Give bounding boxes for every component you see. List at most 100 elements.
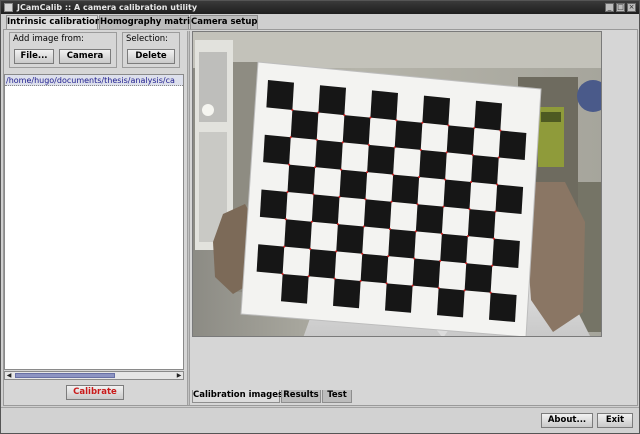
checker-square [388,228,416,259]
close-icon[interactable]: × [627,3,636,12]
camera-button[interactable]: Camera [59,49,111,64]
detected-corner-marker [491,264,494,267]
detected-corner-marker [340,168,343,171]
detected-corner-marker [466,235,469,238]
checker-square [342,115,371,145]
detected-corner-marker [393,146,396,149]
detected-corner-marker [445,151,448,154]
detected-corner-marker [385,282,388,285]
detected-corner-marker [494,210,497,213]
about-button[interactable]: About... [541,413,593,428]
detected-corner-marker [291,108,294,111]
detected-corner-marker [289,136,292,139]
checker-square [281,273,309,304]
checker-square [464,263,493,293]
detected-corner-marker [387,255,390,258]
scroll-thumb[interactable] [15,373,115,378]
checker-square [318,85,346,116]
selection-group: Selection: Delete [122,32,180,68]
detected-corner-marker [314,166,317,169]
checker-square [437,287,465,318]
detected-corner-marker [419,148,422,151]
detected-corner-marker [444,178,447,181]
detected-corner-marker [395,119,398,122]
horizontal-scrollbar[interactable]: ◀ ▶ [4,371,184,380]
checker-square [474,100,502,131]
footer-bar: About... Exit [1,407,639,433]
checker-square [422,95,450,126]
scroll-right-icon[interactable]: ▶ [175,372,183,379]
checker-square [440,233,468,264]
detected-corner-marker [421,121,424,124]
checker-square [284,219,312,249]
detected-corner-marker [309,248,312,250]
detected-corner-marker [315,138,318,141]
tab-intrinsic-calibration[interactable]: Intrinsic calibration [6,15,101,30]
detected-corner-marker [440,232,443,235]
detected-corner-marker [284,218,287,221]
detected-corner-marker [335,250,338,253]
detected-corner-marker [366,171,369,174]
detected-corner-marker [413,257,416,260]
detected-corner-marker [442,205,445,208]
checker-square [259,189,288,220]
detected-corner-marker [496,183,499,186]
detected-corner-marker [362,225,365,228]
detected-corner-marker [492,237,495,240]
detected-corner-marker [470,181,473,184]
detected-corner-marker [437,286,440,289]
detected-corner-marker [359,279,362,282]
checker-square [385,283,413,313]
detected-corner-marker [312,193,315,196]
detected-corner-marker [333,277,336,280]
calibrate-button[interactable]: Calibrate [66,385,124,400]
detected-corner-marker [310,220,313,223]
app-icon [4,3,13,12]
detected-corner-marker [411,284,414,287]
checker-square [489,292,517,322]
tab-homography-matrix[interactable]: Homography matrix [99,15,196,29]
checker-square [287,164,316,195]
checker-square [412,258,441,288]
checker-square [498,130,527,160]
checker-square [263,134,291,165]
checker-square [446,125,475,155]
detected-corner-marker [281,272,284,275]
file-button[interactable]: File... [14,49,54,64]
detected-corner-marker [288,163,291,166]
checker-square [471,154,499,185]
scroll-left-icon[interactable]: ◀ [5,372,13,379]
detected-corner-marker [283,245,286,248]
detected-corner-marker [489,291,492,294]
checker-square [266,80,294,110]
checker-square [315,139,343,170]
title-bar[interactable]: JCamCalib :: A camera calibration utilit… [1,1,639,14]
checker-square [339,169,368,200]
split-pane-divider[interactable] [187,31,190,405]
maximize-icon[interactable]: □ [616,3,625,12]
detected-corner-marker [338,195,341,198]
minimize-icon[interactable]: _ [605,3,614,12]
tab-results[interactable]: Results [281,390,321,403]
window-title: JCamCalib :: A camera calibration utilit… [17,3,198,12]
selection-title: Selection: [126,34,169,44]
checker-square [290,109,319,140]
detected-corner-marker [307,275,310,278]
detected-corner-marker [447,124,450,127]
image-list[interactable]: /home/hugo/documents/thesis/analysis/ca [4,74,184,370]
detected-corner-marker [414,230,417,233]
detected-corner-marker [361,252,364,255]
add-image-title: Add image from: [13,34,84,44]
tab-camera-setup[interactable]: Camera setup [190,15,258,29]
exit-button[interactable]: Exit [597,413,633,428]
checker-square [492,238,520,268]
detected-corner-marker [471,153,474,156]
calibration-image-view [192,31,602,337]
list-item[interactable]: /home/hugo/documents/thesis/analysis/ca [5,75,183,86]
delete-button[interactable]: Delete [127,49,175,64]
image-view-margin [602,31,637,387]
detected-corner-marker [286,190,289,193]
tab-test[interactable]: Test [322,390,352,403]
tab-calibration-images[interactable]: Calibration images [192,390,283,403]
detected-corner-marker [317,111,320,114]
